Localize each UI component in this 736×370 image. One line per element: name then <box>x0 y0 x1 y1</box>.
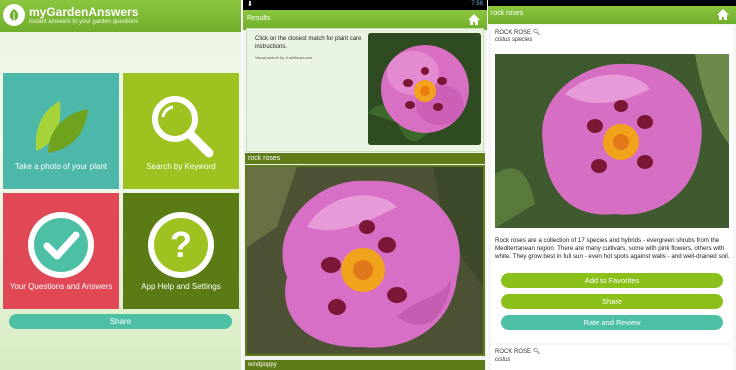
status-bar: 7:58 ⬇ <box>243 0 487 10</box>
query-card: Click on the closest match for plant car… <box>246 28 484 152</box>
share-button[interactable]: Share <box>9 314 232 329</box>
plant-detail-card: ROCK ROSE 🔍︎ cistus species Rock roses a… <box>491 26 733 343</box>
svg-text:?: ? <box>170 224 192 265</box>
results-screen: 7:58 ⬇ Results Click on the closest matc… <box>243 0 487 370</box>
search-icon[interactable]: 🔍︎ <box>533 349 541 355</box>
detail-screen: rock roses ROCK ROSE 🔍︎ cistus species R… <box>488 0 736 370</box>
take-photo-label: Take a photo of your plant <box>14 162 108 171</box>
detail-title: rock roses <box>491 10 524 17</box>
results-title: Results <box>247 15 271 22</box>
rate-and-review-button[interactable]: Rate and Review <box>501 315 723 330</box>
results-header: Results <box>243 10 487 30</box>
plant-photo <box>495 54 729 228</box>
take-photo-tile[interactable]: Take a photo of your plant <box>3 73 119 189</box>
add-to-favorites-button[interactable]: Add to Favorites <box>501 273 723 288</box>
help-settings-tile[interactable]: ? App Help and Settings <box>123 193 239 309</box>
your-questions-label: Your Questions and Answers <box>9 282 113 291</box>
next-result-card[interactable]: ROCK ROSE 🔍︎ cistus <box>491 345 733 370</box>
instruction-text: Click on the closest match for plant car… <box>255 36 362 50</box>
result-photo[interactable] <box>245 165 485 356</box>
visual-search-credit: Visual search by JustVisual.com <box>255 55 313 60</box>
checkmark-icon <box>28 212 94 278</box>
your-questions-tile[interactable]: Your Questions and Answers <box>3 193 119 309</box>
result-item-label-2[interactable]: windpoppy <box>245 360 485 370</box>
home-icon[interactable] <box>467 13 481 26</box>
next-plant-latin-name: cistus <box>495 357 511 363</box>
search-keyword-tile[interactable]: Search by Keyword <box>123 73 239 189</box>
result-item-label[interactable]: rock roses <box>245 153 485 164</box>
search-keyword-label: Search by Keyword <box>146 162 216 171</box>
app-header: myGardenAnswers instant answers to your … <box>0 0 241 32</box>
download-icon: ⬇ <box>247 1 253 8</box>
share-button[interactable]: Share <box>501 294 723 309</box>
next-plant-name: ROCK ROSE 🔍︎ <box>495 349 541 355</box>
detail-header: rock roses <box>488 6 736 24</box>
magnifier-icon <box>152 96 214 158</box>
query-photo <box>368 33 481 145</box>
search-icon[interactable]: 🔍︎ <box>533 30 541 36</box>
home-screen: myGardenAnswers instant answers to your … <box>0 0 241 370</box>
help-settings-label: App Help and Settings <box>141 282 221 291</box>
question-icon: ? <box>148 212 214 278</box>
plant-latin-name: cistus species <box>495 37 533 43</box>
plant-description: Rock roses are a collection of 17 specie… <box>495 237 730 260</box>
status-time: 7:58 <box>471 1 483 7</box>
app-logo-icon <box>3 4 25 26</box>
app-title: myGardenAnswers <box>29 5 139 19</box>
plant-name: ROCK ROSE 🔍︎ <box>495 30 541 36</box>
leaf-icon <box>35 101 88 153</box>
home-icon[interactable] <box>716 8 730 21</box>
screenshot-collage: myGardenAnswers instant answers to your … <box>0 0 736 370</box>
app-subtitle: instant answers to your garden questions <box>29 19 139 25</box>
